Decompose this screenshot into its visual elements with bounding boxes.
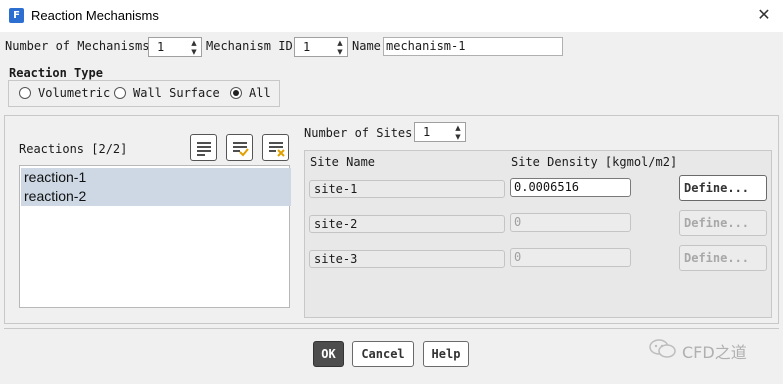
site-name-field[interactable]: site-3 — [309, 250, 505, 268]
num-mechanisms-spinner[interactable]: 1 ▲ ▼ — [148, 37, 202, 57]
site-name-field[interactable]: site-2 — [309, 215, 505, 233]
spin-down-icon[interactable]: ▼ — [335, 48, 345, 56]
divider — [4, 328, 779, 329]
spin-down-icon[interactable]: ▼ — [453, 133, 463, 141]
close-icon[interactable]: ✕ — [752, 4, 776, 26]
deselect-all-icon[interactable] — [262, 134, 289, 161]
site-name-header: Site Name — [310, 155, 376, 169]
spin-up-icon[interactable]: ▲ — [189, 39, 199, 47]
select-all-icon[interactable] — [190, 134, 217, 161]
reactions-label: Reactions [2/2] — [19, 142, 128, 156]
radio-all-label: All — [249, 86, 271, 100]
reactions-list[interactable]: reaction-1 reaction-2 — [19, 165, 291, 308]
radio-wall-surface-label: Wall Surface — [133, 86, 220, 100]
radio-wall-surface[interactable] — [114, 87, 126, 99]
radio-volumetric-label: Volumetric — [38, 86, 111, 100]
help-button[interactable]: Help — [423, 341, 469, 367]
site-density-input[interactable]: 0.0006516 — [510, 178, 631, 197]
list-item[interactable]: reaction-1 — [21, 168, 291, 187]
mechanism-id-spinner[interactable]: 1 ▲ ▼ — [294, 37, 348, 57]
site-density-input[interactable]: 0 — [510, 248, 631, 267]
define-button[interactable]: Define... — [679, 210, 767, 236]
radio-volumetric[interactable] — [19, 87, 31, 99]
spin-up-icon[interactable]: ▲ — [453, 124, 463, 132]
app-icon: F — [9, 8, 24, 23]
reaction-type-group: Volumetric Wall Surface All — [8, 80, 280, 107]
num-sites-spinner[interactable]: 1 ▲ ▼ — [414, 122, 466, 142]
site-name-field[interactable]: site-1 — [309, 180, 505, 198]
mechanism-id-label: Mechanism ID — [206, 39, 293, 53]
reaction-type-label: Reaction Type — [9, 66, 103, 80]
name-input[interactable]: mechanism-1 — [383, 37, 563, 56]
site-density-header: Site Density [kgmol/m2] — [511, 155, 678, 169]
mechanism-id-value: 1 — [303, 40, 311, 54]
cancel-button[interactable]: Cancel — [352, 341, 414, 367]
num-sites-label: Number of Sites — [304, 126, 413, 140]
watermark-text: CFD之道 — [682, 343, 747, 362]
radio-all[interactable] — [230, 87, 242, 99]
wechat-icon — [648, 338, 678, 360]
num-sites-value: 1 — [423, 125, 431, 139]
spin-down-icon[interactable]: ▼ — [189, 48, 199, 56]
list-item[interactable]: reaction-2 — [21, 187, 291, 206]
name-label: Name — [352, 39, 381, 53]
define-button[interactable]: Define... — [679, 245, 767, 271]
num-mechanisms-value: 1 — [157, 40, 165, 54]
spin-up-icon[interactable]: ▲ — [335, 39, 345, 47]
site-density-input[interactable]: 0 — [510, 213, 631, 232]
ok-button[interactable]: OK — [313, 341, 344, 367]
define-button[interactable]: Define... — [679, 175, 767, 201]
window-title: Reaction Mechanisms — [31, 8, 159, 23]
select-checked-icon[interactable] — [226, 134, 253, 161]
num-mechanisms-label: Number of Mechanisms — [5, 39, 150, 53]
